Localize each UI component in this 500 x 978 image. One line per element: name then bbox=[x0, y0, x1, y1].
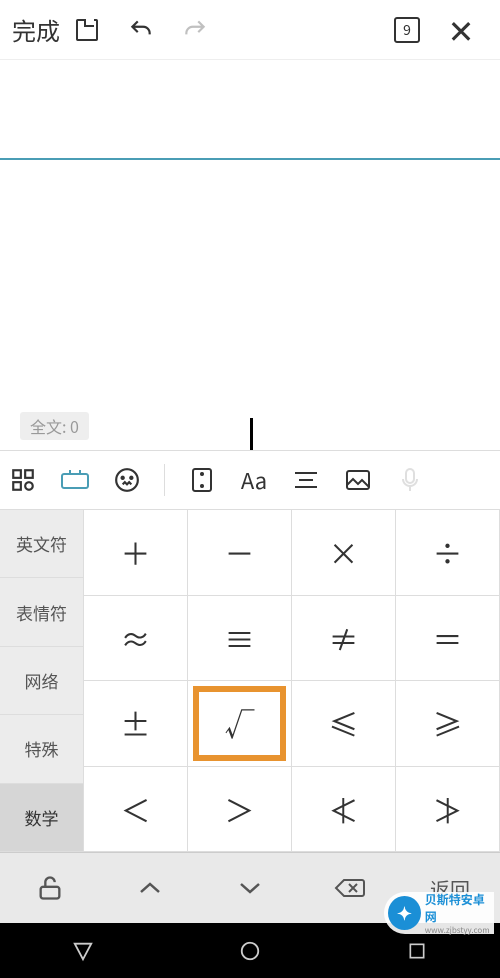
save-button[interactable] bbox=[60, 3, 114, 57]
keyboard-icon[interactable] bbox=[60, 465, 90, 495]
symbol-key[interactable]: ≤ bbox=[292, 681, 396, 767]
lock-button[interactable] bbox=[0, 874, 100, 902]
symbol-key[interactable]: － bbox=[188, 510, 292, 596]
fullscreen-icon[interactable] bbox=[187, 465, 217, 495]
symbol-key[interactable]: ÷ bbox=[396, 510, 500, 596]
symbol-key[interactable]: ＝ bbox=[396, 596, 500, 682]
nav-back-button[interactable] bbox=[68, 936, 98, 966]
symbol-key[interactable]: ＞ bbox=[188, 767, 292, 853]
symbol-key[interactable]: × bbox=[292, 510, 396, 596]
symbol-grid: ＋ － × ÷ ≈ ≡ ≠ ＝ ± √ ≤ ≥ ＜ ＞ ≮ ≯ bbox=[84, 510, 500, 852]
collapse-down-button[interactable] bbox=[200, 880, 300, 896]
category-network[interactable]: 网络 bbox=[0, 647, 84, 715]
category-emoji[interactable]: 表情符 bbox=[0, 578, 84, 646]
watermark-title: 贝斯特安卓网 bbox=[425, 891, 494, 925]
align-icon[interactable] bbox=[291, 465, 321, 495]
text-cursor bbox=[250, 418, 253, 450]
collapse-up-button[interactable] bbox=[100, 880, 200, 896]
text-count-badge: 全文: 0 bbox=[20, 412, 89, 440]
watermark: ✦ 贝斯特安卓网 www.zjbstyy.com bbox=[384, 892, 494, 934]
redo-button bbox=[168, 3, 222, 57]
done-button[interactable]: 完成 bbox=[12, 12, 60, 47]
symbol-key[interactable]: ≈ bbox=[84, 596, 188, 682]
floppy-icon bbox=[76, 19, 98, 41]
backspace-button[interactable] bbox=[300, 876, 400, 900]
title-input-area[interactable] bbox=[0, 60, 500, 160]
undo-button[interactable] bbox=[114, 3, 168, 57]
symbol-category-list: 英文符 表情符 网络 特殊 数学 bbox=[0, 510, 84, 852]
watermark-url: www.zjbstyy.com bbox=[425, 925, 494, 936]
category-math[interactable]: 数学 bbox=[0, 784, 84, 852]
category-english[interactable]: 英文符 bbox=[0, 510, 84, 578]
page-indicator[interactable]: 9 bbox=[380, 3, 434, 57]
symbol-key[interactable]: ＜ bbox=[84, 767, 188, 853]
symbol-key[interactable]: ≡ bbox=[188, 596, 292, 682]
close-button[interactable]: ✕ bbox=[434, 3, 488, 57]
close-icon: ✕ bbox=[448, 7, 475, 53]
nav-recent-button[interactable] bbox=[402, 936, 432, 966]
mic-icon[interactable] bbox=[395, 465, 425, 495]
watermark-logo-icon: ✦ bbox=[388, 896, 421, 930]
font-icon[interactable]: Aa bbox=[239, 465, 269, 495]
symbol-key[interactable]: ≠ bbox=[292, 596, 396, 682]
symbol-key[interactable]: ≥ bbox=[396, 681, 500, 767]
symbol-key-sqrt[interactable]: √ bbox=[188, 681, 292, 767]
symbol-key[interactable]: ＋ bbox=[84, 510, 188, 596]
category-special[interactable]: 特殊 bbox=[0, 715, 84, 783]
content-input-area[interactable]: 全文: 0 bbox=[0, 160, 500, 450]
symbol-key[interactable]: ≯ bbox=[396, 767, 500, 853]
apps-icon[interactable] bbox=[8, 465, 38, 495]
image-icon[interactable] bbox=[343, 465, 373, 495]
symbol-key[interactable]: ± bbox=[84, 681, 188, 767]
symbol-key[interactable]: ≮ bbox=[292, 767, 396, 853]
nav-home-button[interactable] bbox=[235, 936, 265, 966]
format-toolbar: Aa bbox=[0, 450, 500, 510]
emoji-icon[interactable] bbox=[112, 465, 142, 495]
